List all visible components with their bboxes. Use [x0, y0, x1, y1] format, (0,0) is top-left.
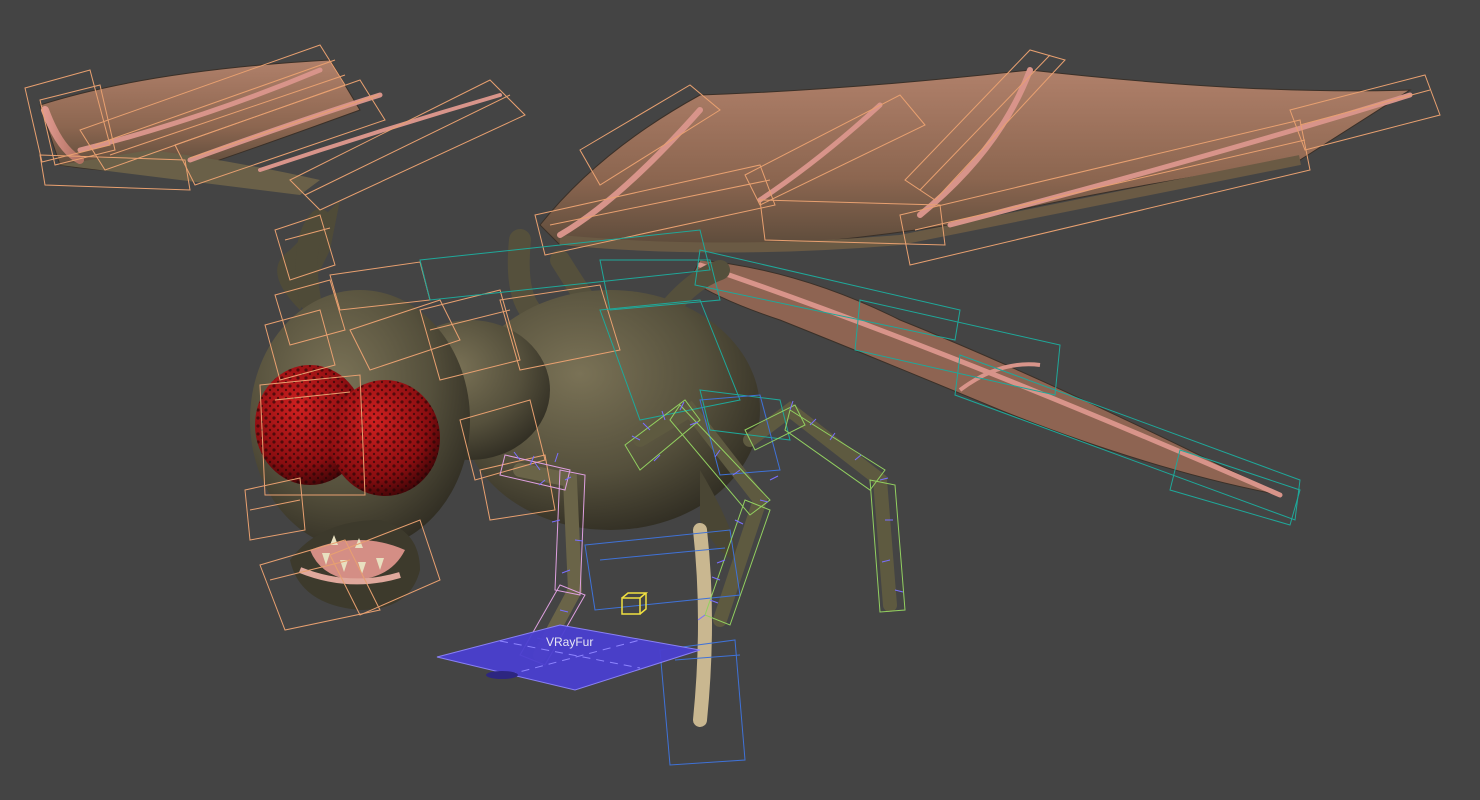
left-wing[interactable]: [39, 59, 502, 195]
compound-eye-right[interactable]: [330, 380, 440, 496]
vray-fur-label: VRayFur: [546, 635, 593, 649]
viewport-scene[interactable]: VRayFur: [0, 0, 1480, 800]
lower-right-wing[interactable]: [689, 259, 1283, 498]
point-helper-icon[interactable]: [621, 592, 649, 615]
3d-viewport[interactable]: VRayFur: [0, 0, 1480, 800]
